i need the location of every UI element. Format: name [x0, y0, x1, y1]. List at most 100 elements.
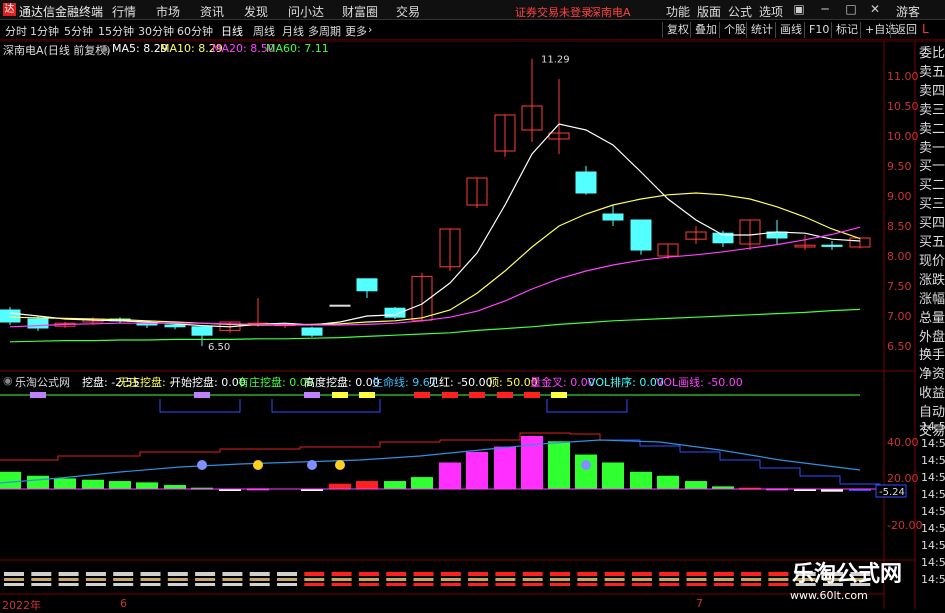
- period-5min[interactable]: 5分钟: [64, 23, 93, 39]
- btn-back[interactable]: 返回: [890, 22, 917, 38]
- period-toolbar: 分时 1分钟 5分钟 15分钟 30分钟 60分钟 日线 周线 月线 多周期 更…: [0, 21, 945, 40]
- strip-mid-7: [195, 578, 216, 581]
- indicator-tick-2: -20.00: [887, 519, 923, 532]
- period-15min[interactable]: 15分钟: [98, 23, 134, 39]
- maximize-icon[interactable]: □: [844, 2, 858, 16]
- period-daily[interactable]: 日线: [221, 23, 243, 39]
- strip-bot-8: [222, 583, 243, 586]
- price-tick-3: 9.50: [887, 160, 912, 173]
- xaxis-year: 2022年: [2, 599, 41, 612]
- indicator-bar-3: [82, 479, 104, 489]
- btn-fuquan[interactable]: 复权: [662, 22, 689, 38]
- signal-face-icon-4: [581, 460, 591, 470]
- strip-mid-25: [686, 578, 707, 581]
- signal-face-icon-3: [335, 460, 345, 470]
- signal-mark-0: [30, 392, 46, 398]
- strip-mid-23: [631, 578, 652, 581]
- menu-hangqing[interactable]: 行情: [112, 3, 136, 20]
- login-warning[interactable]: 证券交易未登录: [515, 4, 592, 20]
- indicator-bar-15: [439, 462, 461, 489]
- kline-chart[interactable]: 11.29 6.50 -5.24: [0, 40, 945, 609]
- strip-top-1: [31, 572, 52, 576]
- indicator-bar-13: [384, 481, 406, 489]
- strip-top-2: [58, 572, 79, 576]
- time-label-6: 14:56: [921, 522, 945, 535]
- strip-top-25: [686, 572, 707, 576]
- time-label-4: 14:56: [921, 488, 945, 501]
- signal-mark-8: [497, 392, 513, 398]
- strip-bot-15: [413, 583, 434, 586]
- l-button[interactable]: L: [922, 22, 929, 36]
- candle-body-23: [630, 219, 652, 251]
- guest-label[interactable]: 游客: [896, 3, 920, 20]
- btn-diejia[interactable]: 叠加: [690, 22, 717, 38]
- strip-top-23: [631, 572, 652, 576]
- strip-top-21: [577, 572, 598, 576]
- indicator-bar-22: [630, 471, 652, 489]
- signal-bracket-0: [159, 399, 241, 413]
- menu-caifuquan[interactable]: 财富圈: [342, 3, 378, 20]
- btn-biaoji[interactable]: 标记: [831, 22, 858, 38]
- signal-mark-3: [332, 392, 348, 398]
- strip-mid-13: [358, 578, 379, 581]
- strip-top-13: [358, 572, 379, 576]
- strip-top-28: [768, 572, 789, 576]
- strip-mid-17: [468, 578, 489, 581]
- strip-bot-18: [495, 583, 516, 586]
- signal-bracket-2: [546, 399, 628, 413]
- signal-mark-4: [359, 392, 375, 398]
- btn-tongji[interactable]: 统计: [746, 22, 773, 38]
- strip-bot-4: [113, 583, 134, 586]
- app-title: 通达信金融终端: [19, 5, 104, 19]
- menu-gongshi[interactable]: 公式: [728, 3, 752, 20]
- strip-mid-2: [58, 578, 79, 581]
- more-chevron-icon[interactable]: ›: [368, 23, 372, 36]
- candle-body-0: [0, 309, 21, 323]
- candle-body-12: [329, 304, 351, 307]
- price-tick-6: 8.00: [887, 250, 912, 263]
- time-label-8: 14:56: [921, 556, 945, 569]
- period-30min[interactable]: 30分钟: [138, 23, 174, 39]
- period-60min[interactable]: 60分钟: [177, 23, 213, 39]
- strip-mid-21: [577, 578, 598, 581]
- menu-bar: 达 通达信金融终端 行情 市场 资讯 发现 问小达 财富圈 交易 证券交易未登录…: [0, 0, 945, 20]
- close-icon[interactable]: ✕: [868, 2, 882, 16]
- period-fenshi[interactable]: 分时: [5, 23, 27, 39]
- menu-banmian[interactable]: 版面: [697, 3, 721, 20]
- period-1min[interactable]: 1分钟: [30, 23, 59, 39]
- skin-icon[interactable]: ▣: [792, 2, 806, 16]
- btn-huaxian[interactable]: 画线: [775, 22, 802, 38]
- strip-mid-16: [440, 578, 461, 581]
- strip-mid-5: [140, 578, 161, 581]
- menu-zixun[interactable]: 资讯: [200, 3, 224, 20]
- strip-bot-17: [468, 583, 489, 586]
- time-label-2: 14:56: [921, 454, 945, 467]
- candle-body-1: [27, 318, 49, 329]
- strip-top-14: [386, 572, 407, 576]
- minimize-icon[interactable]: ─: [818, 2, 832, 16]
- signal-mark-1: [194, 392, 210, 398]
- period-more[interactable]: 更多: [345, 23, 367, 39]
- period-weekly[interactable]: 周线: [253, 23, 275, 39]
- menu-gongneng[interactable]: 功能: [666, 3, 690, 20]
- ma10-line: [9, 192, 861, 326]
- period-multi[interactable]: 多周期: [308, 23, 341, 39]
- strip-mid-11: [304, 578, 325, 581]
- btn-gegu[interactable]: 个股: [719, 22, 746, 38]
- strip-mid-24: [659, 578, 680, 581]
- signal-face-icon-1: [253, 460, 263, 470]
- period-monthly[interactable]: 月线: [282, 23, 304, 39]
- menu-wenxiaoda[interactable]: 问小达: [288, 3, 324, 20]
- strip-bot-23: [631, 583, 652, 586]
- indicator-bar-23: [657, 475, 679, 489]
- strip-top-19: [522, 572, 543, 576]
- strip-bot-13: [358, 583, 379, 586]
- menu-xuanxiang[interactable]: 选项: [759, 3, 783, 20]
- menu-jiaoyi[interactable]: 交易: [396, 3, 420, 20]
- menu-shichang[interactable]: 市场: [156, 3, 180, 20]
- btn-f10[interactable]: F10: [804, 22, 829, 38]
- strip-mid-8: [222, 578, 243, 581]
- menu-faxian[interactable]: 发现: [244, 3, 268, 20]
- strip-mid-26: [713, 578, 734, 581]
- strip-bot-16: [440, 583, 461, 586]
